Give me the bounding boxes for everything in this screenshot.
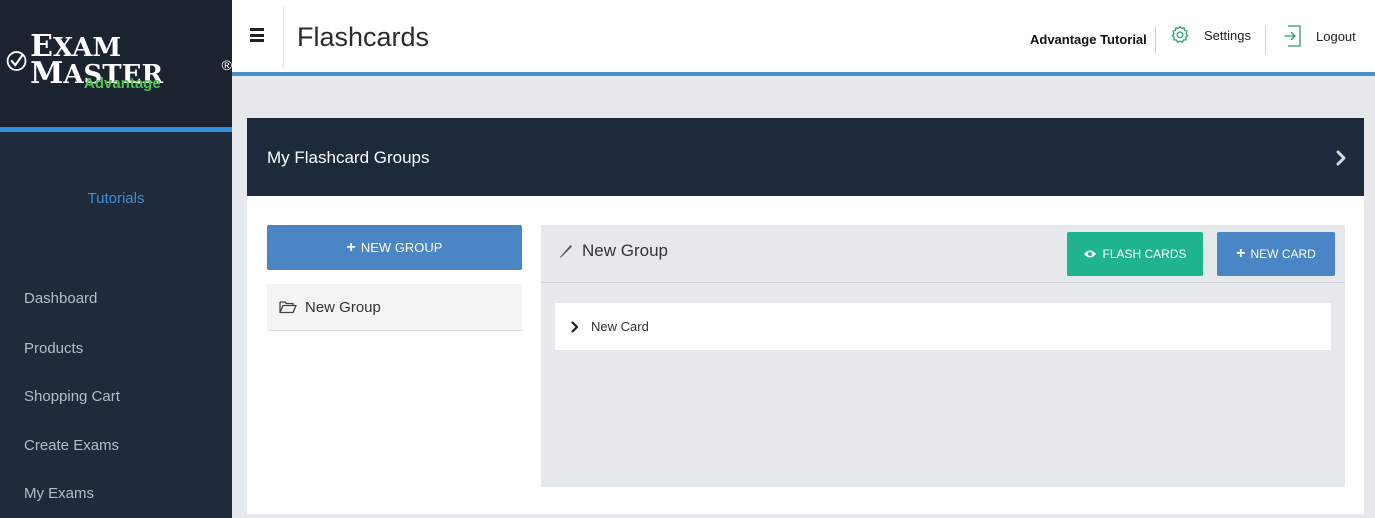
eye-icon [1084,250,1097,258]
flash-cards-button[interactable]: FLASH CARDS [1067,232,1203,276]
plus-icon: + [346,238,356,256]
group-list-item[interactable]: New Group [267,284,522,331]
registered-mark: ® [221,57,232,73]
flash-cards-label: FLASH CARDS [1102,247,1187,261]
chevron-right-icon[interactable] [1336,150,1346,166]
brand-subtitle: Advantage [84,75,161,92]
chevron-right-icon [571,320,579,333]
sidebar-item-shopping-cart[interactable]: Shopping Cart [24,388,120,405]
sidebar-item-products[interactable]: Products [24,340,83,357]
page-title: Flashcards [297,22,430,52]
sidebar-accent-bar [0,127,232,132]
panel-title: My Flashcard Groups [267,148,430,167]
group-title-edit[interactable]: New Group [558,241,668,261]
group-detail-title: New Group [582,241,668,260]
new-card-button[interactable]: + NEW CARD [1217,232,1335,276]
header-separator [1155,26,1156,54]
brand-logo[interactable]: EXAM MASTER ® Advantage [0,0,232,127]
group-detail-panel: New Group FLASH CARDS + NEW CARD New Car… [541,225,1345,487]
user-name[interactable]: Advantage Tutorial [1030,32,1147,47]
pencil-icon [560,245,572,258]
settings-link[interactable]: Settings [1170,25,1251,45]
group-label: New Group [305,298,381,316]
group-detail-header: New Group FLASH CARDS + NEW CARD [541,225,1345,283]
logout-link[interactable]: Logout [1284,25,1356,47]
topbar-divider [283,6,284,68]
checkmark-circle-icon [6,51,27,71]
new-card-label: NEW CARD [1250,247,1316,261]
sidebar-item-create-exams[interactable]: Create Exams [24,437,119,454]
settings-label: Settings [1204,27,1251,43]
plus-icon: + [1236,245,1246,262]
logout-arrow-icon [1284,25,1301,47]
new-group-button[interactable]: + NEW GROUP [267,225,522,270]
folder-open-icon [279,301,297,314]
gear-icon [1171,25,1189,43]
header-separator [1265,26,1266,54]
sidebar-item-tutorials[interactable]: Tutorials [0,190,232,207]
sidebar: EXAM MASTER ® Advantage Tutorials Dashbo… [0,0,232,518]
flashcard-groups-header[interactable]: My Flashcard Groups [247,118,1364,196]
new-group-label: NEW GROUP [360,240,443,255]
sidebar-item-dashboard[interactable]: Dashboard [24,290,97,307]
sidebar-item-my-exams[interactable]: My Exams [24,485,94,502]
card-label: New Card [591,319,649,334]
hamburger-icon[interactable] [250,28,264,42]
card-list-item[interactable]: New Card [555,303,1331,350]
logout-label: Logout [1316,28,1356,44]
top-bar-accent [232,72,1375,76]
